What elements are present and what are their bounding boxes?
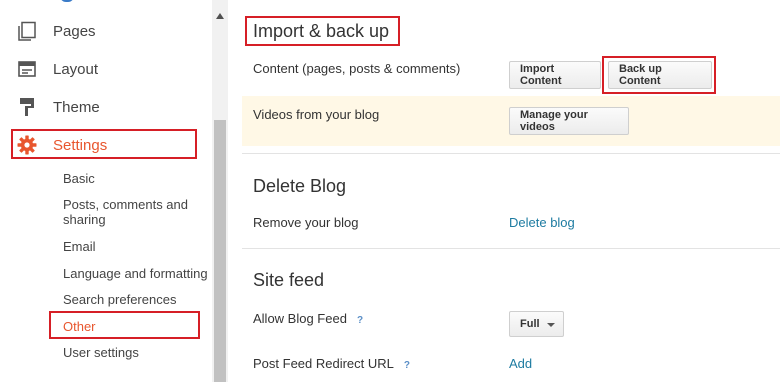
manage-videos-button[interactable]: Manage your videos [509,107,629,135]
site-feed-title: Site feed [253,270,325,290]
chevron-down-icon [547,323,555,327]
sidebar-item-pages[interactable]: Pages [0,16,212,46]
import-content-button[interactable]: Import Content [509,61,601,89]
sidebar: Pages Layout Theme Settings Basic Posts,… [0,0,228,382]
theme-icon [16,96,38,118]
delete-blog-link[interactable]: Delete blog [509,215,575,230]
sidebar-scrollbar[interactable] [212,0,228,382]
sidebar-item-layout[interactable]: Layout [0,54,212,84]
scroll-up-arrow-icon[interactable] [212,10,228,22]
videos-label: Videos from your blog [253,107,380,122]
post-feed-redirect-row: Post Feed Redirect URL? [253,356,410,371]
backup-content-button[interactable]: Back up Content [608,61,712,89]
settings-subitem-search-preferences[interactable]: Search preferences [63,292,176,307]
settings-subitem-language-formatting[interactable]: Language and formatting [63,266,208,281]
layout-icon [16,58,38,80]
sidebar-item-settings[interactable]: Settings [0,130,212,160]
section-divider [242,153,780,154]
allow-blog-feed-row: Allow Blog Feed? [253,311,363,326]
settings-subitem-basic[interactable]: Basic [63,171,95,186]
post-feed-redirect-label: Post Feed Redirect URL [253,356,394,371]
settings-subitem-posts-comments-sharing[interactable]: Posts, comments and sharing [63,197,203,227]
sidebar-top-fragment [60,0,74,2]
scrollbar-thumb[interactable] [214,120,226,382]
help-icon[interactable]: ? [404,360,410,371]
settings-subitem-email[interactable]: Email [63,239,96,254]
sidebar-item-label: Theme [53,98,100,116]
delete-blog-title: Delete Blog [253,176,347,196]
content-label: Content (pages, posts & comments) [253,61,461,76]
section-divider [242,248,780,249]
allow-blog-feed-label: Allow Blog Feed [253,311,347,326]
help-icon[interactable]: ? [357,315,363,326]
blog-feed-select-value: Full [520,318,540,330]
blog-feed-select[interactable]: Full [509,311,564,337]
settings-main-panel: Import & back up Content (pages, posts &… [242,0,780,382]
settings-subitem-other[interactable]: Other [63,319,96,334]
import-backup-title: Import & back up [253,21,390,41]
gear-icon [16,134,38,156]
remove-blog-label: Remove your blog [253,215,359,230]
settings-subitem-user-settings[interactable]: User settings [63,345,139,360]
sidebar-item-label: Settings [53,136,108,154]
sidebar-item-theme[interactable]: Theme [0,92,212,122]
pages-icon [16,20,38,42]
sidebar-item-label: Layout [53,60,99,78]
add-redirect-link[interactable]: Add [509,356,532,371]
sidebar-item-label: Pages [53,22,96,40]
